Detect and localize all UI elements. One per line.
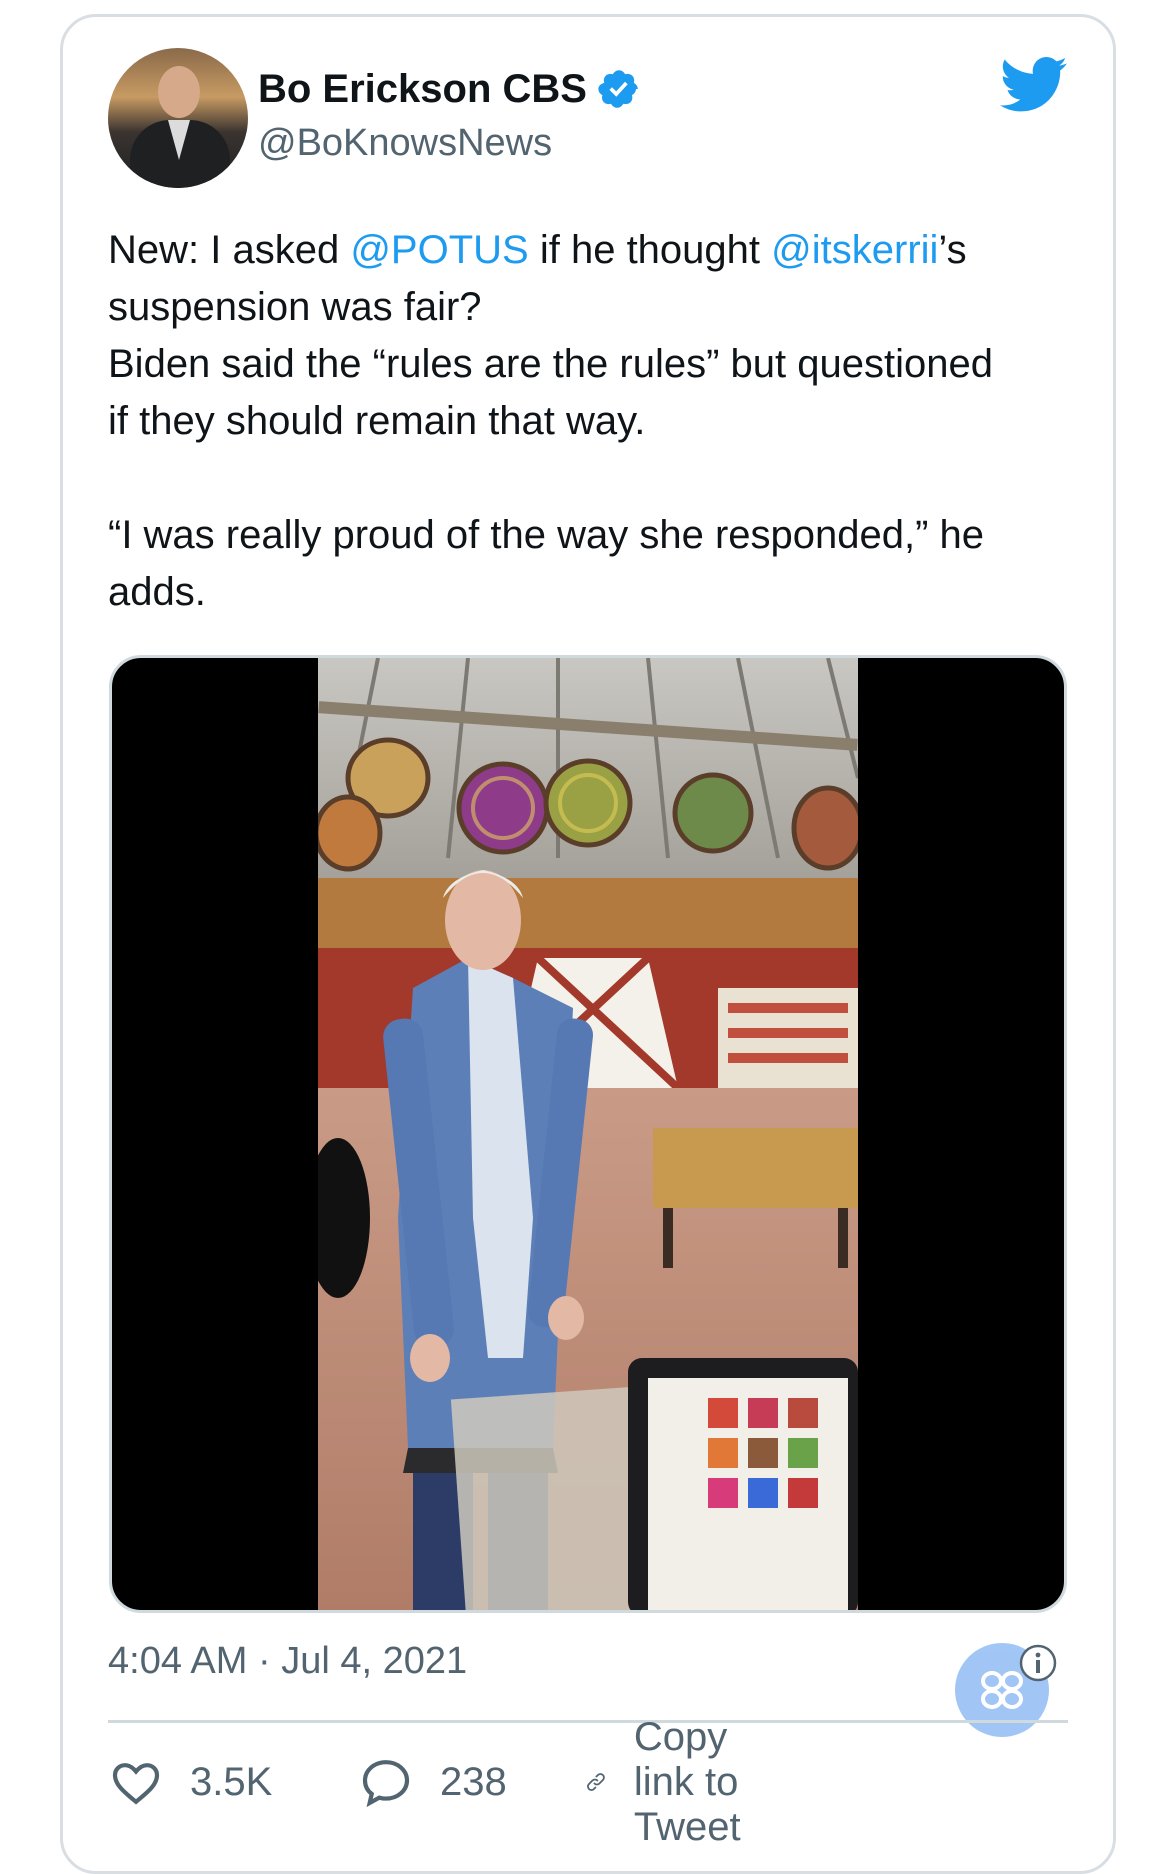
copy-link-button[interactable]: Copy link to Tweet: [584, 1715, 773, 1849]
author-handle[interactable]: @BoKnowsNews: [258, 122, 552, 165]
tweet-timestamp[interactable]: 4:04 AM · Jul 4, 2021: [108, 1640, 467, 1683]
reply-button[interactable]: 238: [358, 1752, 507, 1812]
tweet-text-segment: if he thought: [528, 228, 772, 272]
reply-count: 238: [440, 1759, 507, 1804]
tweet-text: New: I asked @POTUS if he thought @itske…: [108, 222, 1068, 621]
like-count: 3.5K: [190, 1759, 273, 1804]
avatar-head: [158, 66, 200, 118]
avatar[interactable]: [108, 48, 248, 188]
tweet-text-segment: New: I asked: [108, 228, 351, 272]
like-button[interactable]: 3.5K: [108, 1752, 272, 1812]
tweet-text-line: “I was really proud of the way she respo…: [108, 513, 985, 557]
tweet-text-line: New: I asked @POTUS if he thought @itske…: [108, 222, 1068, 279]
video-frame-image: [318, 658, 858, 1610]
verified-badge-icon: [598, 70, 638, 108]
mention-potus-link[interactable]: @POTUS: [350, 228, 528, 272]
link-icon: [587, 1773, 605, 1791]
tweet-text-line: if they should remain that way.: [108, 399, 646, 443]
mention-itskerrii-link[interactable]: @itskerrii: [771, 228, 938, 272]
copy-link-label: Copy link to Tweet: [633, 1714, 741, 1849]
author-row: Bo Erickson CBS: [258, 64, 641, 114]
tweet-text-line: suspension was fair?: [108, 285, 482, 329]
divider: [108, 1720, 1068, 1723]
heart-icon: [112, 1763, 160, 1805]
speech-bubble-icon: [362, 1760, 410, 1808]
tweet-video[interactable]: [109, 655, 1067, 1613]
twitter-bird-icon[interactable]: [1000, 56, 1068, 114]
tweet-text-line: adds.: [108, 570, 206, 614]
tweet-text-segment: ’s: [938, 228, 967, 272]
tweet-text-line: Biden said the “rules are the rules” but…: [108, 342, 993, 386]
author-name[interactable]: Bo Erickson CBS: [258, 67, 587, 112]
info-icon[interactable]: [1018, 1643, 1058, 1683]
